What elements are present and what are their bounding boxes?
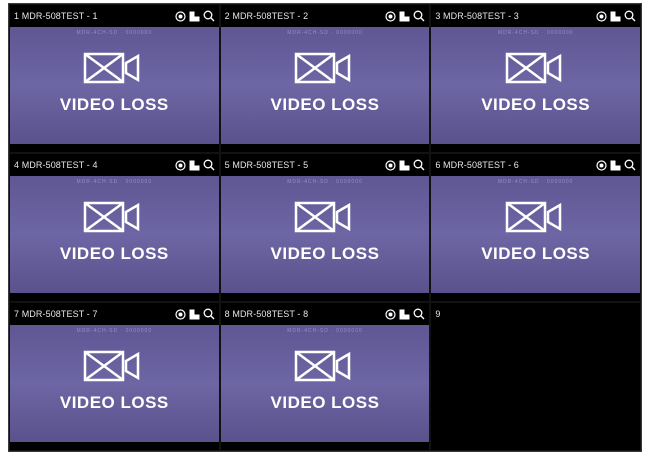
snapshot-icon[interactable] (189, 160, 200, 171)
video-grid: 1 MDR-508TEST - 1 MDR-4CH-SD · 0000000 V… (8, 3, 642, 452)
zoom-icon[interactable] (624, 159, 636, 171)
video-tile-1[interactable]: 1 MDR-508TEST - 1 MDR-4CH-SD · 0000000 V… (10, 5, 219, 152)
video-loss-label: VIDEO LOSS (270, 244, 380, 263)
tile-header: 1 MDR-508TEST - 1 (10, 5, 219, 27)
video-loss-camera-icon (83, 199, 145, 242)
record-icon[interactable] (385, 159, 396, 171)
snapshot-icon[interactable] (189, 309, 200, 320)
video-loss-camera-icon (505, 199, 567, 242)
channel-title: 5 MDR-508TEST - 5 (224, 160, 309, 170)
zoom-icon[interactable] (413, 159, 425, 171)
zoom-icon[interactable] (413, 308, 425, 320)
zoom-icon[interactable] (203, 10, 215, 22)
channel-title: 3 MDR-508TEST - 3 (435, 11, 519, 21)
video-loss-camera-icon (294, 199, 356, 242)
tile-controls (175, 308, 215, 320)
tile-controls (175, 159, 215, 171)
video-tile-6[interactable]: 6 MDR-508TEST - 6 MDR-4CH-SD · 0000000 V… (431, 154, 640, 301)
channel-title: 9 (435, 309, 441, 319)
record-icon[interactable] (175, 10, 186, 22)
video-feed[interactable]: MDR-4CH-SD · 0000000 VIDEO LOSS (220, 27, 430, 144)
video-tile-7[interactable]: 7 MDR-508TEST - 7 MDR-4CH-SD · 0000000 V… (10, 303, 219, 450)
channel-title: 1 MDR-508TEST - 1 (14, 11, 98, 21)
video-loss-label: VIDEO LOSS (481, 244, 591, 263)
video-feed[interactable]: MDR-4CH-SD · 0000000 VIDEO LOSS (10, 325, 219, 442)
feed-watermark: MDR-4CH-SD · 0000000 (287, 179, 363, 185)
record-icon[interactable] (175, 308, 186, 320)
feed-watermark: MDR-4CH-SD · 0000000 (76, 30, 153, 36)
video-loss-camera-icon (83, 50, 145, 93)
video-loss-camera-icon (294, 348, 356, 391)
snapshot-icon[interactable] (399, 11, 410, 22)
tile-header: 5 MDR-508TEST - 5 (220, 154, 430, 176)
tile-controls (385, 159, 425, 171)
video-tile-8[interactable]: 8 MDR-508TEST - 8 MDR-4CH-SD · 0000000 V… (220, 303, 430, 450)
video-feed[interactable]: MDR-4CH-SD · 0000000 VIDEO LOSS (220, 176, 430, 293)
video-loss-label: VIDEO LOSS (481, 95, 591, 114)
snapshot-icon[interactable] (610, 11, 621, 22)
tile-header: 8 MDR-508TEST - 8 (220, 303, 430, 325)
zoom-icon[interactable] (203, 308, 215, 320)
tile-header: 7 MDR-508TEST - 7 (10, 303, 219, 325)
video-tile-2[interactable]: 2 MDR-508TEST - 2 MDR-4CH-SD · 0000000 V… (220, 5, 430, 152)
video-loss-label: VIDEO LOSS (270, 95, 380, 114)
tile-header: 2 MDR-508TEST - 2 (220, 5, 430, 27)
feed-watermark: MDR-4CH-SD · 0000000 (76, 328, 153, 334)
video-loss-label: VIDEO LOSS (270, 393, 380, 412)
channel-title: 8 MDR-508TEST - 8 (224, 309, 309, 319)
record-icon[interactable] (385, 308, 396, 320)
tile-header: 9 (431, 303, 640, 325)
snapshot-icon[interactable] (189, 11, 200, 22)
channel-title: 6 MDR-508TEST - 6 (435, 160, 519, 170)
record-icon[interactable] (175, 159, 186, 171)
empty-feed[interactable] (431, 325, 640, 450)
tile-controls (385, 10, 425, 22)
zoom-icon[interactable] (624, 10, 636, 22)
channel-title: 7 MDR-508TEST - 7 (14, 309, 98, 319)
video-tile-5[interactable]: 5 MDR-508TEST - 5 MDR-4CH-SD · 0000000 V… (220, 154, 430, 301)
channel-title: 4 MDR-508TEST - 4 (14, 160, 98, 170)
video-tile-4[interactable]: 4 MDR-508TEST - 4 MDR-4CH-SD · 0000000 V… (10, 154, 219, 301)
feed-watermark: MDR-4CH-SD · 0000000 (497, 179, 574, 185)
video-feed[interactable]: MDR-4CH-SD · 0000000 VIDEO LOSS (10, 176, 219, 293)
zoom-icon[interactable] (413, 10, 425, 22)
feed-watermark: MDR-4CH-SD · 0000000 (497, 30, 574, 36)
video-feed[interactable]: MDR-4CH-SD · 0000000 VIDEO LOSS (431, 176, 640, 293)
video-loss-label: VIDEO LOSS (59, 95, 169, 114)
tile-header: 4 MDR-508TEST - 4 (10, 154, 219, 176)
tile-controls (596, 159, 636, 171)
video-tile-9-empty[interactable]: 9 (431, 303, 640, 450)
tile-controls (596, 10, 636, 22)
tile-header: 6 MDR-508TEST - 6 (431, 154, 640, 176)
feed-watermark: MDR-4CH-SD · 0000000 (287, 328, 363, 334)
video-feed[interactable]: MDR-4CH-SD · 0000000 VIDEO LOSS (10, 27, 219, 144)
video-loss-label: VIDEO LOSS (59, 244, 169, 263)
video-feed[interactable]: MDR-4CH-SD · 0000000 VIDEO LOSS (220, 325, 430, 442)
record-icon[interactable] (385, 10, 396, 22)
tile-header: 3 MDR-508TEST - 3 (431, 5, 640, 27)
zoom-icon[interactable] (203, 159, 215, 171)
tile-controls (175, 10, 215, 22)
feed-watermark: MDR-4CH-SD · 0000000 (76, 179, 153, 185)
record-icon[interactable] (596, 159, 607, 171)
snapshot-icon[interactable] (610, 160, 621, 171)
feed-watermark: MDR-4CH-SD · 0000000 (287, 30, 363, 36)
channel-title: 2 MDR-508TEST - 2 (224, 11, 309, 21)
video-loss-camera-icon (83, 348, 145, 391)
video-loss-camera-icon (505, 50, 567, 93)
video-feed[interactable]: MDR-4CH-SD · 0000000 VIDEO LOSS (431, 27, 640, 144)
video-loss-camera-icon (294, 50, 356, 93)
snapshot-icon[interactable] (399, 160, 410, 171)
record-icon[interactable] (596, 10, 607, 22)
video-tile-3[interactable]: 3 MDR-508TEST - 3 MDR-4CH-SD · 0000000 V… (431, 5, 640, 152)
video-loss-label: VIDEO LOSS (59, 393, 169, 412)
snapshot-icon[interactable] (399, 309, 410, 320)
tile-controls (385, 308, 425, 320)
